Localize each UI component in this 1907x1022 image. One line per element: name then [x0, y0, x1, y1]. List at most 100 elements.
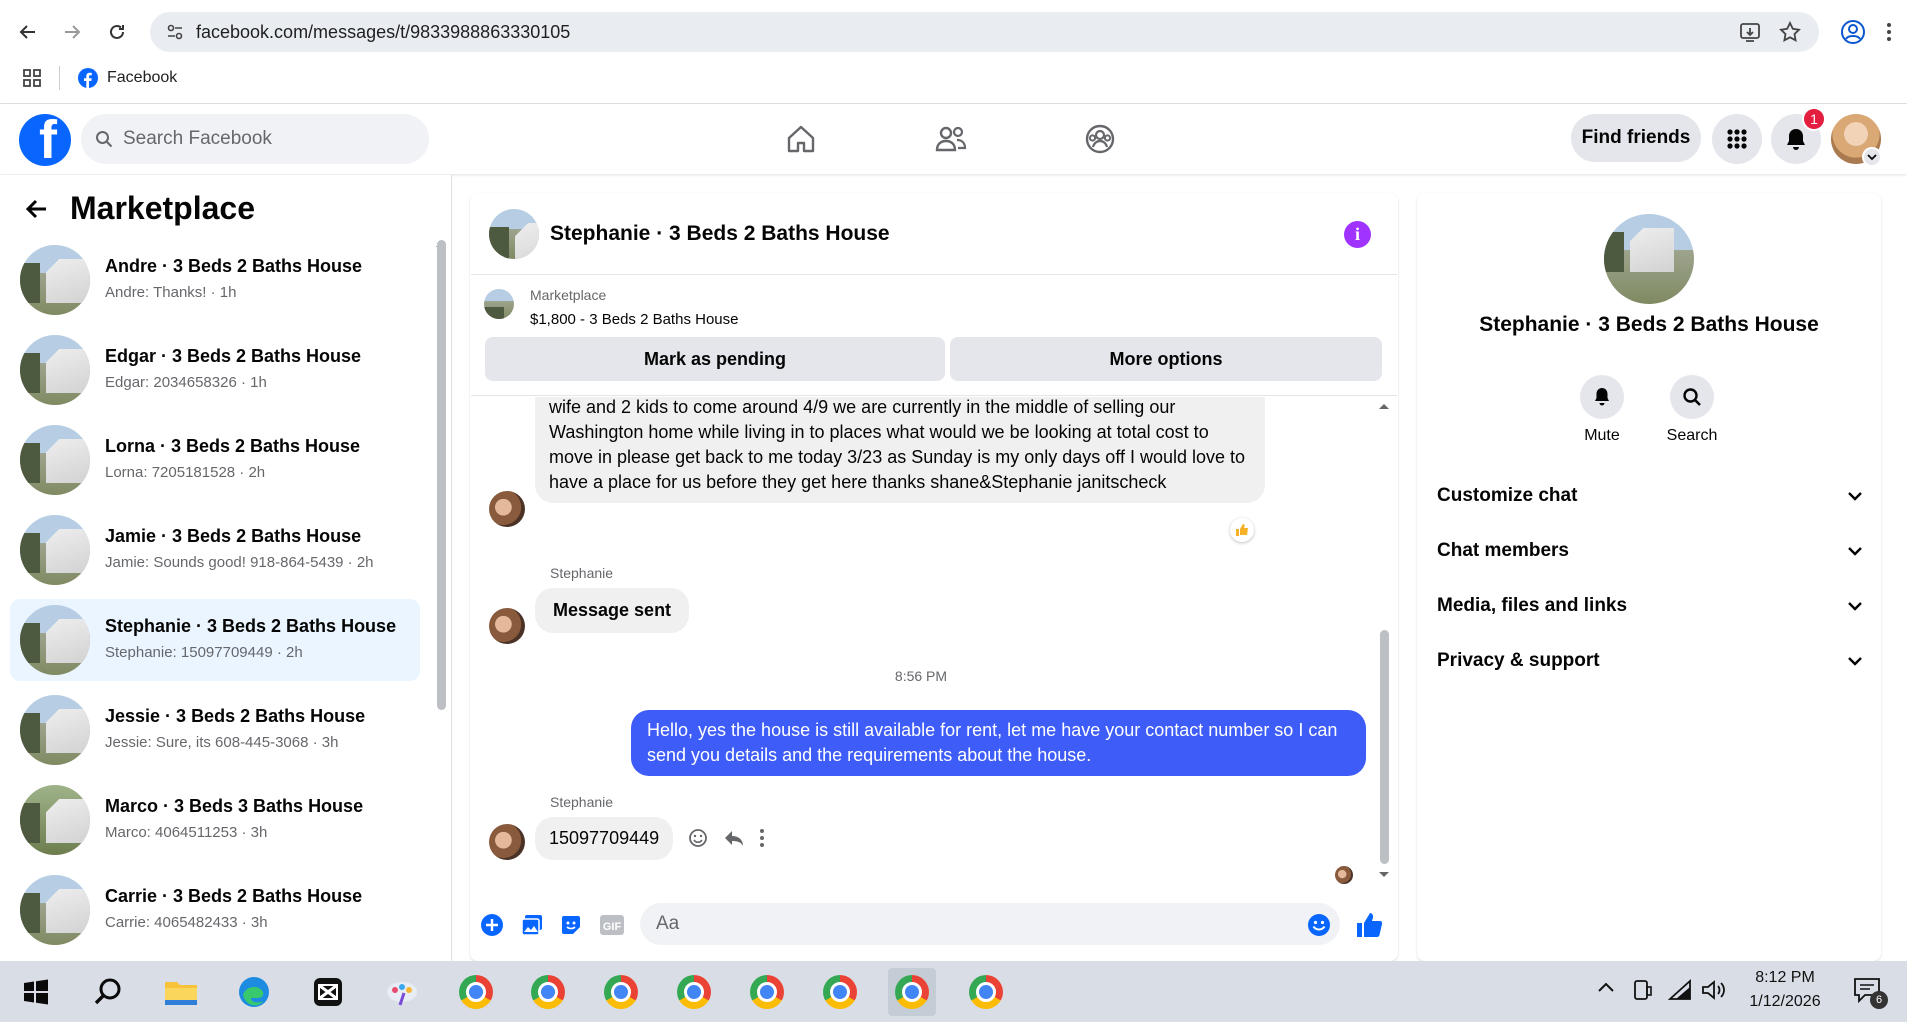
sender-avatar[interactable] — [489, 824, 525, 860]
chat-scrollbar[interactable] — [1380, 630, 1389, 864]
bookmarks-divider — [59, 66, 60, 90]
sticker-icon[interactable] — [559, 913, 583, 937]
friends-icon[interactable] — [921, 114, 981, 164]
listing-price-title[interactable]: $1,800 - 3 Beds 2 Baths House — [530, 311, 738, 328]
back-arrow-icon[interactable] — [12, 16, 44, 48]
reply-icon[interactable] — [723, 828, 745, 848]
sender-avatar[interactable] — [489, 491, 525, 527]
more-actions-icon[interactable] — [759, 828, 765, 848]
facebook-search-input[interactable]: Search Facebook — [81, 114, 429, 164]
react-emoji-icon[interactable] — [688, 828, 708, 848]
file-explorer-icon[interactable] — [157, 968, 205, 1016]
edge-browser-icon[interactable] — [230, 968, 278, 1016]
conversation-name: Andre · 3 Beds 2 Baths House — [105, 256, 363, 276]
groups-icon[interactable] — [1070, 114, 1130, 164]
browser-menu-icon[interactable] — [1885, 20, 1893, 44]
more-options-button[interactable]: More options — [950, 337, 1382, 381]
find-friends-button[interactable]: Find friends — [1571, 114, 1701, 162]
bookmark-star-icon[interactable] — [1778, 20, 1802, 44]
conversation-item[interactable]: Carrie · 3 Beds 2 Baths House Carrie: 40… — [10, 869, 420, 951]
menu-grid-icon[interactable] — [1712, 114, 1762, 164]
capcut-icon[interactable] — [304, 968, 352, 1016]
chrome-profile-icon-active[interactable] — [888, 968, 936, 1016]
info-icon[interactable]: i — [1344, 221, 1371, 248]
profile-icon[interactable] — [1840, 19, 1866, 45]
address-bar[interactable]: facebook.com/messages/t/9833988863330105 — [150, 12, 1819, 52]
conversation-list-scrollbar[interactable] — [437, 240, 446, 710]
reload-icon[interactable] — [101, 16, 133, 48]
plus-circle-icon[interactable] — [480, 913, 504, 937]
scroll-up-arrow-icon[interactable] — [1378, 402, 1390, 410]
conversation-item[interactable]: Jamie · 3 Beds 2 Baths House Jamie: Soun… — [10, 509, 420, 591]
mute-button[interactable]: Mute — [1562, 375, 1642, 445]
device-icon[interactable] — [1631, 979, 1653, 1001]
listing-thumbnail — [20, 785, 90, 855]
show-hidden-icons-chevron-icon[interactable] — [1597, 981, 1615, 993]
chat-members-section[interactable]: Chat members — [1437, 531, 1867, 571]
privacy-support-section[interactable]: Privacy & support — [1437, 641, 1867, 681]
message-bubble-incoming[interactable]: 15097709449 — [535, 817, 674, 860]
photo-attach-icon[interactable] — [520, 913, 544, 937]
chrome-profile-icon[interactable] — [670, 968, 718, 1016]
conversation-item[interactable]: Marco · 3 Beds 3 Baths House Marco: 4064… — [10, 779, 420, 861]
chrome-icon[interactable] — [452, 968, 500, 1016]
gif-icon[interactable]: GIF — [599, 913, 625, 937]
message-bubble-outgoing[interactable]: Hello, yes the house is still available … — [631, 710, 1366, 776]
windows-start-icon[interactable] — [12, 968, 60, 1016]
chrome-profile-icon[interactable] — [524, 968, 572, 1016]
listing-thumbnail — [20, 515, 90, 585]
conversation-item[interactable]: Andre · 3 Beds 2 Baths House Andre: Than… — [10, 239, 420, 321]
mark-as-pending-button[interactable]: Mark as pending — [485, 337, 945, 381]
bookmark-facebook[interactable]: Facebook — [78, 68, 177, 88]
message-bubble-incoming[interactable]: Message sent — [535, 588, 690, 633]
chat-details-panel — [1417, 193, 1881, 961]
search-in-conversation-button[interactable]: Search — [1652, 375, 1732, 445]
bell-icon — [1580, 375, 1624, 419]
conversation-item[interactable]: Jessie · 3 Beds 2 Baths House Jessie: Su… — [10, 689, 420, 771]
site-settings-icon[interactable] — [166, 23, 184, 41]
taskbar-search-icon[interactable] — [84, 968, 132, 1016]
chat-listing-avatar[interactable] — [489, 209, 539, 259]
facebook-logo-icon[interactable]: f — [19, 114, 71, 166]
forward-arrow-icon[interactable] — [56, 16, 88, 48]
conversation-snippet: Marco: 4064511253 · 3h — [105, 824, 268, 841]
home-icon[interactable] — [771, 114, 831, 164]
conversation-item-active[interactable]: Stephanie · 3 Beds 2 Baths House Stephan… — [10, 599, 420, 681]
sender-avatar[interactable] — [489, 608, 525, 644]
volume-icon[interactable] — [1701, 979, 1727, 1001]
listing-thumbnail[interactable] — [484, 289, 514, 319]
media-files-links-section[interactable]: Media, files and links — [1437, 586, 1867, 626]
chrome-profile-icon[interactable] — [962, 968, 1010, 1016]
wifi-icon[interactable] — [1668, 979, 1692, 1001]
conversation-snippet: Lorna: 7205181528 · 2h — [105, 464, 266, 481]
message-input[interactable]: Aa — [640, 903, 1340, 945]
conversation-item[interactable]: Lorna · 3 Beds 2 Baths House Lorna: 7205… — [10, 419, 420, 501]
install-app-icon[interactable] — [1738, 20, 1762, 44]
details-listing-avatar[interactable] — [1604, 214, 1694, 304]
conversation-item[interactable]: Edgar · 3 Beds 2 Baths House Edgar: 2034… — [10, 329, 420, 411]
back-arrow-icon[interactable] — [24, 196, 50, 222]
thumbs-up-reaction-icon[interactable] — [1230, 518, 1254, 542]
message-bubble-incoming[interactable]: wife and 2 kids to come around 4/9 we ar… — [535, 397, 1265, 503]
svg-text:GIF: GIF — [603, 921, 622, 933]
clock-date: 1/12/2026 — [1749, 993, 1821, 1010]
conversation-snippet: Carrie: 4065482433 · 3h — [105, 914, 268, 931]
apps-grid-icon[interactable] — [22, 68, 42, 88]
scroll-down-arrow-icon[interactable] — [1378, 871, 1390, 879]
chat-title[interactable]: Stephanie · 3 Beds 2 Baths House — [550, 222, 890, 246]
chrome-profile-icon[interactable] — [816, 968, 864, 1016]
taskbar-clock[interactable]: 8:12 PM 1/12/2026 — [1735, 966, 1835, 1014]
chevron-down-icon — [1847, 546, 1863, 556]
section-label: Media, files and links — [1437, 595, 1628, 616]
chevron-down-icon[interactable] — [1862, 147, 1882, 167]
conversation-snippet: Stephanie: 15097709449 · 2h — [105, 644, 303, 661]
paint-app-icon[interactable] — [378, 968, 426, 1016]
customize-chat-section[interactable]: Customize chat — [1437, 476, 1867, 516]
chrome-profile-icon[interactable] — [597, 968, 645, 1016]
thumbs-up-send-icon[interactable] — [1355, 911, 1383, 939]
conversation-name: Jessie · 3 Beds 2 Baths House — [105, 706, 366, 726]
emoji-picker-icon[interactable] — [1307, 913, 1331, 937]
chrome-profile-icon[interactable] — [743, 968, 791, 1016]
listing-thumbnail — [20, 335, 90, 405]
notification-badge: 1 — [1802, 107, 1826, 131]
